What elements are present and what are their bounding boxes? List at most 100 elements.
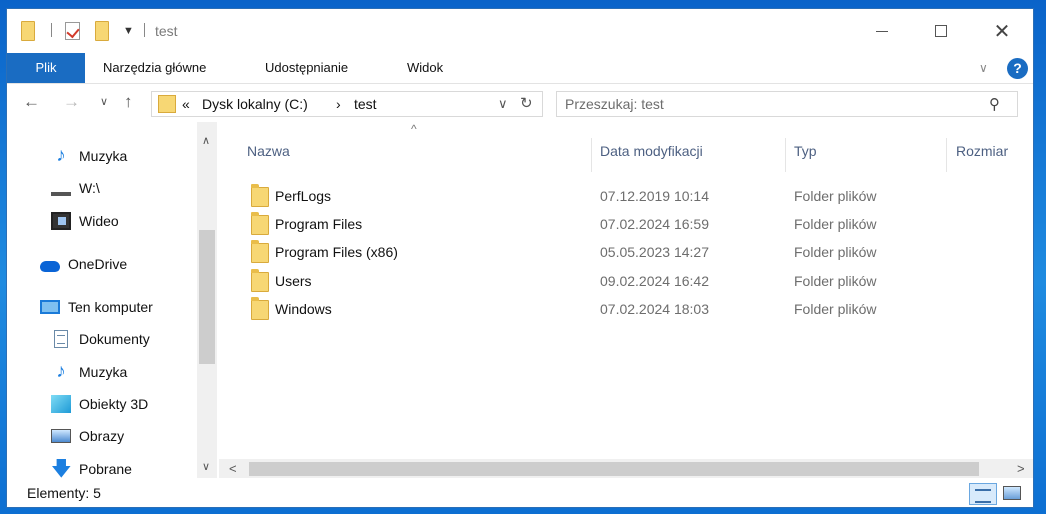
recent-locations-icon[interactable]: ∨ xyxy=(100,95,108,108)
breadcrumb-separator[interactable]: › xyxy=(336,96,341,112)
nav-item-pictures[interactable]: Obrazy xyxy=(51,423,124,449)
scrollbar-thumb[interactable] xyxy=(249,462,979,476)
nav-item-label: Obrazy xyxy=(79,428,125,444)
horizontal-scrollbar[interactable]: < > xyxy=(219,459,1033,479)
file-name: Users xyxy=(275,273,312,289)
folder-icon xyxy=(251,297,269,320)
file-type: Folder plików xyxy=(794,188,877,204)
title-bar: ▼ test ✕ xyxy=(7,9,1033,53)
close-button[interactable]: ✕ xyxy=(972,9,1032,53)
customize-qat-icon[interactable]: ▼ xyxy=(123,25,134,37)
nav-item-documents[interactable]: Dokumenty xyxy=(51,326,150,352)
table-row[interactable]: PerfLogs 07.12.2019 10:14 Folder plików xyxy=(219,182,1019,210)
refresh-icon[interactable]: ↻ xyxy=(520,94,533,112)
tab-home[interactable]: Narzędzia główne xyxy=(103,53,206,83)
large-icons-view-icon[interactable] xyxy=(1003,486,1021,500)
scroll-down-icon[interactable]: ∨ xyxy=(202,460,210,473)
nav-item-music-pc[interactable]: ♪ Muzyka xyxy=(51,359,127,385)
nav-pane-scrollbar[interactable]: ∧ ∨ xyxy=(197,122,217,478)
ribbon-tabs: Plik Narzędzia główne Udostępnianie Wido… xyxy=(7,53,1033,84)
column-header-name[interactable]: Nazwa xyxy=(247,138,290,164)
item-count: Elementy: 5 xyxy=(27,485,101,501)
table-row[interactable]: Windows 07.02.2024 18:03 Folder plików xyxy=(219,295,1019,323)
qat-separator xyxy=(144,23,145,37)
breadcrumb-overflow[interactable]: « xyxy=(182,96,190,112)
breadcrumb-current[interactable]: test xyxy=(354,96,377,112)
address-bar[interactable]: « Dysk lokalny (C:) › test ∨ ↻ xyxy=(151,91,543,117)
window-title: test xyxy=(155,23,178,39)
nav-item-label: Dokumenty xyxy=(79,331,150,347)
column-divider[interactable] xyxy=(946,138,947,172)
column-divider[interactable] xyxy=(591,138,592,172)
nav-item-label: W:\ xyxy=(79,180,100,196)
file-type: Folder plików xyxy=(794,244,877,260)
address-dropdown-icon[interactable]: ∨ xyxy=(498,96,508,112)
table-row[interactable]: Users 09.02.2024 16:42 Folder plików xyxy=(219,267,1019,295)
file-name: Program Files (x86) xyxy=(275,244,398,260)
back-arrow-icon[interactable]: ← xyxy=(23,92,40,112)
nav-item-this-pc[interactable]: Ten komputer xyxy=(40,294,153,320)
folder-icon xyxy=(251,240,269,263)
nav-item-label: Muzyka xyxy=(79,148,128,164)
computer-icon xyxy=(40,300,60,314)
nav-item-label: Obiekty 3D xyxy=(79,396,149,412)
file-date: 07.02.2024 18:03 xyxy=(600,301,709,317)
details-view-icon[interactable] xyxy=(969,483,997,505)
folder-icon xyxy=(251,269,269,292)
nav-item-label: Ten komputer xyxy=(68,299,153,315)
help-icon[interactable]: ? xyxy=(1007,58,1028,79)
scrollbar-thumb[interactable] xyxy=(199,230,215,364)
forward-arrow-icon[interactable]: → xyxy=(63,92,80,112)
music-icon: ♪ xyxy=(56,361,66,382)
search-icon[interactable]: ⚲ xyxy=(989,95,1000,113)
column-header-size[interactable]: Rozmiar xyxy=(956,138,1008,164)
breadcrumb-drive[interactable]: Dysk lokalny (C:) xyxy=(202,96,308,112)
maximize-button[interactable] xyxy=(911,9,971,53)
column-divider[interactable] xyxy=(785,138,786,172)
nav-item-3d-objects[interactable]: Obiekty 3D xyxy=(51,391,148,417)
nav-item-music[interactable]: ♪ Muzyka xyxy=(51,143,127,169)
properties-icon[interactable] xyxy=(65,22,80,40)
file-type: Folder plików xyxy=(794,216,877,232)
address-toolbar: ← → ∨ ↑ « Dysk lokalny (C:) › test ∨ ↻ ⚲ xyxy=(7,84,1033,122)
tab-view[interactable]: Widok xyxy=(407,53,443,83)
column-header-date[interactable]: Data modyfikacji xyxy=(600,138,703,164)
nav-item-label: OneDrive xyxy=(68,256,128,272)
file-name: Windows xyxy=(275,301,332,317)
folder-icon[interactable] xyxy=(21,21,35,41)
maximize-icon xyxy=(935,25,947,37)
3d-objects-icon xyxy=(51,395,71,413)
file-date: 09.02.2024 16:42 xyxy=(600,273,709,289)
drive-icon xyxy=(51,186,71,196)
table-row[interactable]: Program Files 07.02.2024 16:59 Folder pl… xyxy=(219,210,1019,238)
minimize-button[interactable] xyxy=(852,9,912,53)
nav-item-label: Wideo xyxy=(79,213,119,229)
nav-item-drive-w[interactable]: W:\ xyxy=(51,175,100,201)
sort-ascending-icon: ^ xyxy=(411,122,417,136)
new-folder-icon[interactable] xyxy=(95,21,109,41)
video-icon xyxy=(51,212,71,230)
nav-item-video[interactable]: Wideo xyxy=(51,208,119,234)
scroll-right-icon[interactable]: > xyxy=(1017,461,1025,476)
search-input[interactable] xyxy=(565,95,965,113)
close-icon: ✕ xyxy=(993,19,1011,43)
nav-item-label: Pobrane xyxy=(79,461,132,477)
search-box[interactable]: ⚲ xyxy=(556,91,1018,117)
status-bar: Elementy: 5 xyxy=(7,478,1033,507)
onedrive-icon xyxy=(40,260,60,272)
tab-file[interactable]: Plik xyxy=(7,53,85,83)
scroll-left-icon[interactable]: < xyxy=(229,461,237,476)
folder-icon xyxy=(251,212,269,235)
music-icon: ♪ xyxy=(56,145,66,166)
file-list: ^ Nazwa Data modyfikacji Typ Rozmiar Per… xyxy=(219,122,1033,479)
table-row[interactable]: Program Files (x86) 05.05.2023 14:27 Fol… xyxy=(219,238,1019,266)
folder-icon xyxy=(158,95,176,113)
folder-icon xyxy=(251,184,269,207)
qat-separator xyxy=(51,23,52,37)
scroll-up-icon[interactable]: ∧ xyxy=(202,134,210,147)
up-arrow-icon[interactable]: ↑ xyxy=(124,92,133,112)
tab-share[interactable]: Udostępnianie xyxy=(265,53,348,83)
expand-ribbon-icon[interactable]: ∨ xyxy=(979,61,988,75)
nav-item-onedrive[interactable]: OneDrive xyxy=(40,251,127,277)
column-header-type[interactable]: Typ xyxy=(794,138,817,164)
